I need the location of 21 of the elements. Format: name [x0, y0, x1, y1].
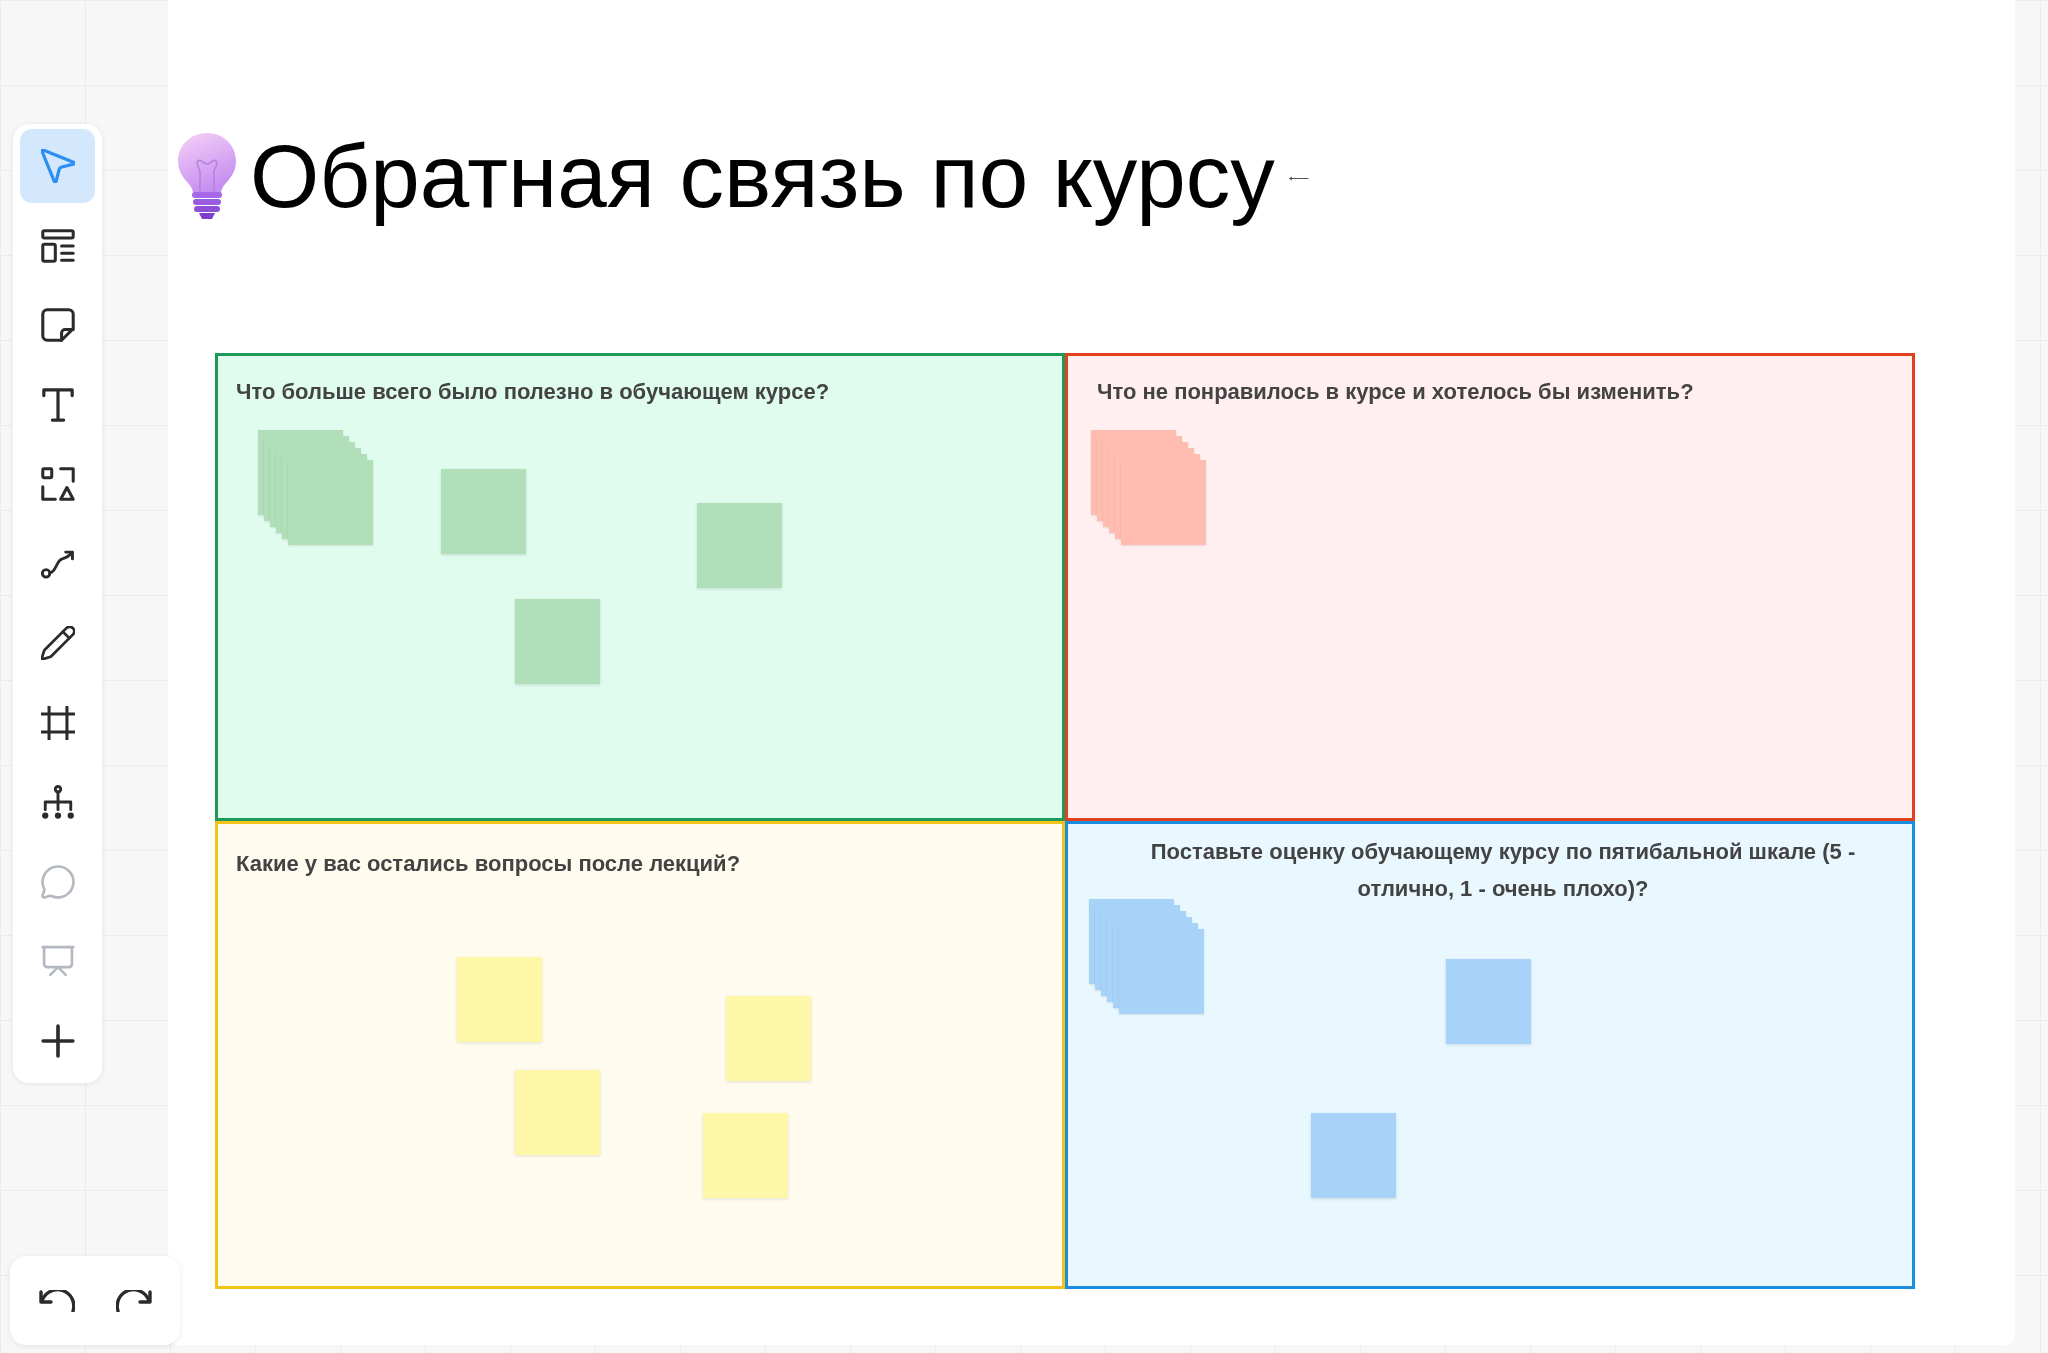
- comment-icon: [40, 864, 75, 899]
- cursor-icon: [40, 149, 75, 183]
- pencil-icon: [40, 626, 75, 660]
- layout-icon: [40, 228, 75, 263]
- section-heading: Поставьте оценку обучающему курсу по пятибальной шкале (5 - отлично, 1 - очень плохо)?: [1150, 839, 1856, 901]
- presentation-board-icon: [40, 944, 75, 978]
- small-arrow-icon: [1288, 175, 1309, 181]
- select-tool-button[interactable]: [20, 129, 95, 203]
- shapes-icon: [40, 467, 75, 501]
- section-heading: Какие у вас остались вопросы после лекций?: [236, 851, 741, 876]
- mind-map-icon: [40, 785, 75, 819]
- frame-icon: [40, 705, 75, 740]
- text-icon: [40, 387, 75, 422]
- section-heading: Что больше всего было полезно в обучающем курсе?: [236, 379, 830, 404]
- lightbulb-icon: [176, 132, 238, 220]
- redo-icon: [115, 1289, 152, 1312]
- plus-icon: [40, 1023, 75, 1058]
- undo-icon: [38, 1289, 75, 1312]
- sticky-note-icon: [40, 308, 75, 342]
- section-heading: Что не понравилось в курсе и хотелось бы изменить?: [1097, 379, 1694, 404]
- board-title: Обратная связь по курсу: [250, 124, 1275, 228]
